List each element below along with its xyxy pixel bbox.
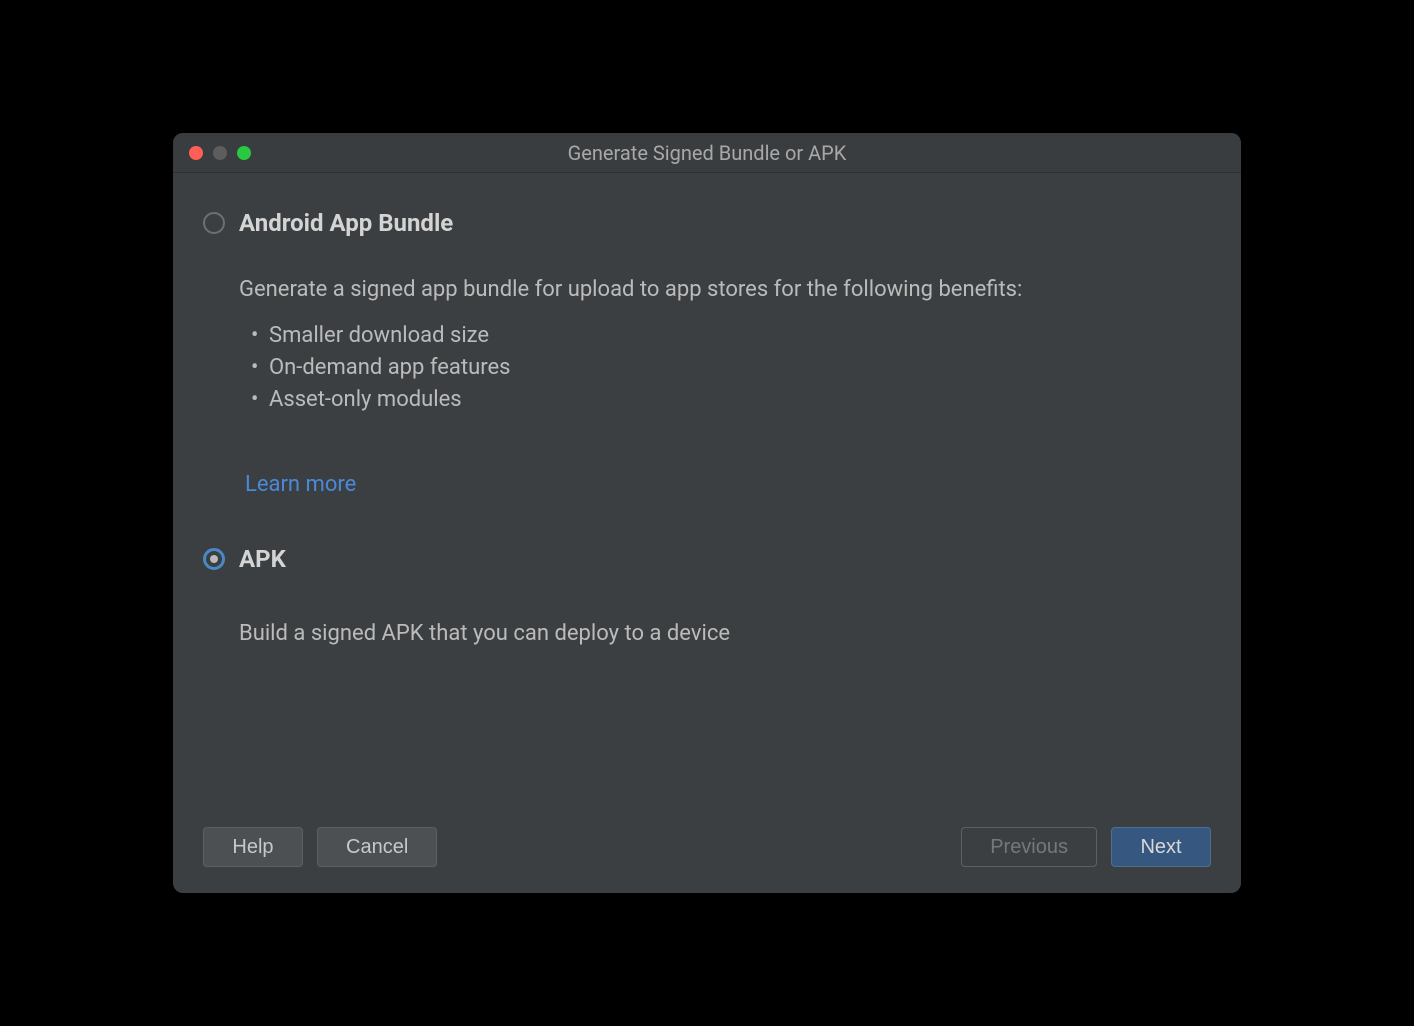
bundle-description: Generate a signed app bundle for upload … [239, 273, 1211, 416]
apk-radio-row[interactable]: APK [203, 545, 1211, 573]
apk-description: Build a signed APK that you can deploy t… [239, 621, 1211, 646]
footer-spacer [451, 827, 947, 867]
bundle-intro-text: Generate a signed app bundle for upload … [239, 273, 1211, 306]
window-controls [173, 146, 251, 160]
cancel-button[interactable]: Cancel [317, 827, 437, 867]
apk-radio-label: APK [239, 545, 286, 573]
bundle-radio-row[interactable]: Android App Bundle [203, 209, 1211, 237]
apk-radio[interactable] [203, 548, 225, 570]
bundle-benefits-list: Smaller download size On-demand app feat… [251, 320, 1211, 416]
learn-more-link[interactable]: Learn more [245, 472, 356, 497]
dialog-content: Android App Bundle Generate a signed app… [173, 173, 1241, 805]
dialog-footer: Help Cancel Previous Next [173, 805, 1241, 893]
bundle-option-group: Android App Bundle Generate a signed app… [203, 209, 1211, 497]
apk-option-group: APK Build a signed APK that you can depl… [203, 545, 1211, 646]
bundle-radio[interactable] [203, 212, 225, 234]
dialog-title: Generate Signed Bundle or APK [173, 141, 1241, 165]
generate-signed-dialog: Generate Signed Bundle or APK Android Ap… [173, 133, 1241, 893]
bundle-benefit-item: On-demand app features [251, 352, 1211, 384]
previous-button: Previous [961, 827, 1097, 867]
close-window-button[interactable] [189, 146, 203, 160]
titlebar: Generate Signed Bundle or APK [173, 133, 1241, 173]
bundle-benefit-item: Asset-only modules [251, 384, 1211, 416]
help-button[interactable]: Help [203, 827, 303, 867]
minimize-window-button[interactable] [213, 146, 227, 160]
bundle-radio-label: Android App Bundle [239, 209, 453, 237]
maximize-window-button[interactable] [237, 146, 251, 160]
bundle-benefit-item: Smaller download size [251, 320, 1211, 352]
next-button[interactable]: Next [1111, 827, 1211, 867]
